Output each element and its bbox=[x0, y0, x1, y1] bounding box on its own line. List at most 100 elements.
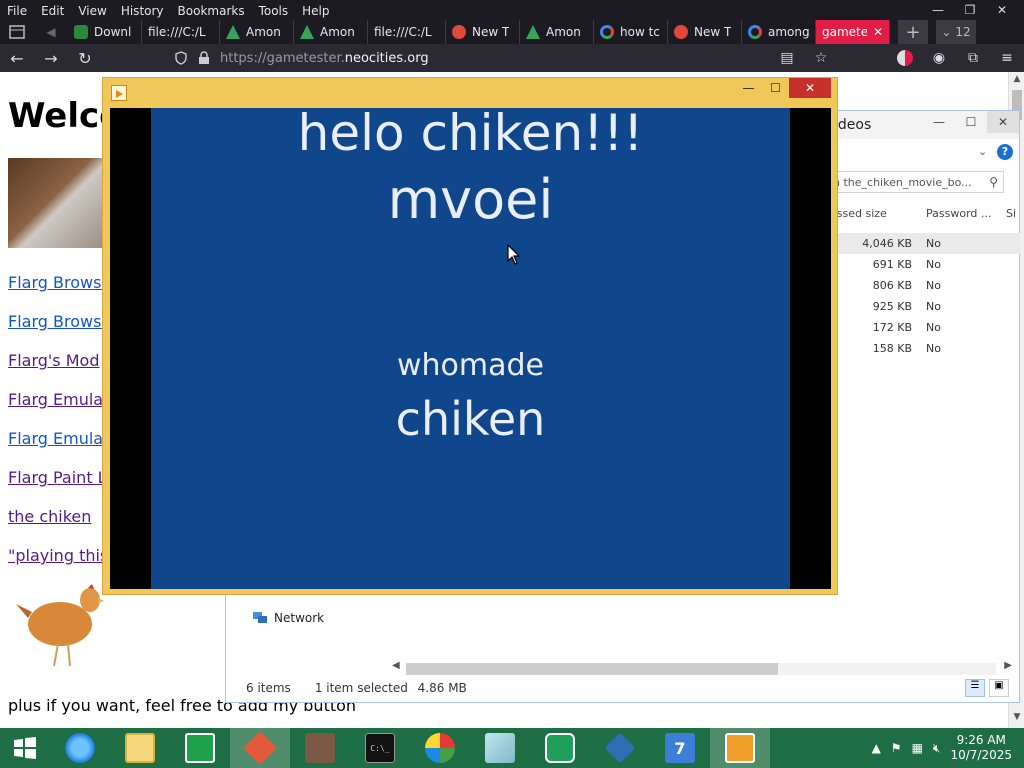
start-button[interactable] bbox=[0, 728, 50, 768]
restore-button[interactable]: ❐ bbox=[954, 0, 986, 20]
tab-1[interactable]: file:///C:/L bbox=[142, 20, 220, 44]
search-input[interactable]: h the_chiken_movie_bo... ⚲ bbox=[826, 171, 1004, 193]
taskbar-app-7[interactable]: 7 bbox=[650, 728, 710, 768]
menu-edit[interactable]: Edit bbox=[34, 0, 71, 20]
extensions-icon[interactable]: ⧉ bbox=[956, 44, 990, 72]
tray-expand-icon[interactable]: ▲ bbox=[872, 741, 881, 755]
explorer-maximize-button[interactable]: ☐ bbox=[955, 111, 987, 133]
new-tab-button[interactable]: + bbox=[898, 20, 928, 44]
menu-tools[interactable]: Tools bbox=[252, 0, 296, 20]
scroll-up-icon[interactable]: ▲ bbox=[1009, 74, 1024, 88]
scroll-down-icon[interactable]: ▼ bbox=[1009, 712, 1024, 726]
close-button[interactable]: ✕ bbox=[986, 0, 1018, 20]
network-icon bbox=[253, 612, 267, 623]
video-text-line: helo chiken!!! bbox=[297, 104, 644, 162]
status-bar: 6 items 1 item selected 4.86 MB bbox=[246, 681, 467, 695]
scrollbar-thumb[interactable] bbox=[406, 663, 778, 675]
table-row[interactable]: 158 KB No bbox=[826, 338, 1020, 359]
account-icon[interactable]: ◉ bbox=[922, 44, 956, 72]
page-link[interactable]: Flarg Paint L bbox=[8, 468, 107, 487]
internet-explorer-icon bbox=[65, 733, 95, 763]
tab-8[interactable]: New T bbox=[668, 20, 742, 44]
tab-7[interactable]: how tc bbox=[594, 20, 668, 44]
page-link[interactable]: Flarg Browse bbox=[8, 312, 111, 331]
table-row[interactable]: 925 KB No bbox=[826, 296, 1020, 317]
tab-4[interactable]: file:///C:/L bbox=[368, 20, 446, 44]
menu-bookmarks[interactable]: Bookmarks bbox=[171, 0, 252, 20]
column-password[interactable]: Password ... bbox=[926, 207, 991, 220]
taskbar-media-app[interactable] bbox=[290, 728, 350, 768]
taskbar-media-player[interactable] bbox=[710, 728, 770, 768]
page-link[interactable]: "playing this bbox=[8, 546, 108, 565]
tab-active[interactable]: gamete ✕ bbox=[816, 20, 890, 44]
menu-file[interactable]: File bbox=[0, 0, 34, 20]
table-row[interactable]: 806 KB No bbox=[826, 275, 1020, 296]
taskbar-file-explorer[interactable] bbox=[110, 728, 170, 768]
forward-button[interactable]: → bbox=[34, 44, 68, 72]
back-button[interactable]: ← bbox=[0, 44, 34, 72]
close-tab-icon[interactable]: ✕ bbox=[873, 25, 883, 39]
minimize-button[interactable]: — bbox=[922, 0, 954, 20]
taskbar-paint-app[interactable] bbox=[410, 728, 470, 768]
tab-5[interactable]: New T bbox=[446, 20, 520, 44]
table-row[interactable]: 172 KB No bbox=[826, 317, 1020, 338]
reload-button[interactable]: ↻ bbox=[68, 44, 102, 72]
tab-9[interactable]: among bbox=[742, 20, 816, 44]
menu-view[interactable]: View bbox=[71, 0, 113, 20]
menu-history[interactable]: History bbox=[114, 0, 171, 20]
tab-3[interactable]: Amon bbox=[294, 20, 368, 44]
clock[interactable]: 9:26 AM 10/7/2025 bbox=[950, 733, 1012, 763]
reader-view-icon[interactable]: ▤ bbox=[770, 44, 804, 72]
chevron-down-icon[interactable]: ⌄ bbox=[978, 145, 987, 158]
player-maximize-button[interactable]: ☐ bbox=[762, 78, 789, 98]
scroll-right-icon[interactable]: ▶ bbox=[1004, 660, 1012, 671]
page-link[interactable]: the chiken bbox=[8, 507, 91, 526]
video-area[interactable]: helo chiken!!! mvoei whomade chiken bbox=[110, 104, 831, 589]
flag-icon[interactable]: ⚑ bbox=[891, 741, 902, 755]
tab-scroll-left-button[interactable]: ◀ bbox=[34, 20, 68, 44]
player-minimize-button[interactable]: — bbox=[735, 78, 762, 98]
table-row[interactable]: 4,046 KB No bbox=[826, 233, 1020, 254]
taskbar-virtualbox[interactable] bbox=[590, 728, 650, 768]
player-window-controls: — ☐ ✕ bbox=[735, 78, 831, 98]
menu-help[interactable]: Help bbox=[295, 0, 336, 20]
menu-bar: File Edit View History Bookmarks Tools H… bbox=[0, 0, 337, 20]
nav-pane-network[interactable]: Network bbox=[252, 611, 324, 625]
column-size[interactable]: Si bbox=[1006, 207, 1016, 220]
taskbar-flarg-browser[interactable] bbox=[230, 728, 290, 768]
explorer-minimize-button[interactable]: — bbox=[923, 111, 955, 133]
taskbar-internet-explorer[interactable] bbox=[50, 728, 110, 768]
bookmark-star-icon[interactable]: ☆ bbox=[804, 44, 838, 72]
column-compressed-size[interactable]: essed size bbox=[830, 207, 887, 220]
video-frame[interactable]: helo chiken!!! mvoei whomade chiken bbox=[151, 104, 790, 589]
volume-muted-icon[interactable]: 🔇︎ bbox=[933, 741, 941, 756]
extension-container-icon[interactable] bbox=[888, 44, 922, 72]
page-link[interactable]: Flarg Emulat bbox=[8, 390, 109, 409]
page-link[interactable]: Flarg's Mod bbox=[8, 351, 99, 370]
taskbar-command-prompt[interactable]: C:\_ bbox=[350, 728, 410, 768]
horizontal-scrollbar[interactable]: ◀ ▶ bbox=[392, 660, 1012, 676]
taskbar-home-app[interactable] bbox=[530, 728, 590, 768]
table-row[interactable]: 691 KB No bbox=[826, 254, 1020, 275]
page-link[interactable]: Flarg Emulat bbox=[8, 429, 109, 448]
taskbar-store[interactable] bbox=[170, 728, 230, 768]
help-icon[interactable]: ? bbox=[997, 144, 1013, 160]
media-player-window: — ☐ ✕ helo chiken!!! mvoei whomade chike… bbox=[102, 77, 838, 595]
player-close-button[interactable]: ✕ bbox=[789, 78, 831, 98]
tab-0[interactable]: Downl bbox=[68, 20, 142, 44]
page-link[interactable]: Flarg Browse bbox=[8, 273, 111, 292]
large-icons-view-icon[interactable]: ▣ bbox=[989, 679, 1009, 697]
network-tray-icon[interactable]: ▦ bbox=[912, 741, 923, 755]
tab-list-button[interactable]: ⌄ 12 bbox=[936, 20, 976, 44]
tab-overview-button[interactable] bbox=[0, 20, 34, 44]
scroll-left-icon[interactable]: ◀ bbox=[392, 660, 400, 671]
hamburger-menu-icon[interactable]: ≡ bbox=[990, 44, 1024, 72]
tab-2[interactable]: Amon bbox=[220, 20, 294, 44]
taskbar-notes-app[interactable] bbox=[470, 728, 530, 768]
details-view-icon[interactable]: ☰ bbox=[965, 679, 985, 697]
status-selection: 1 item selected 4.86 MB bbox=[314, 681, 467, 695]
tab-6[interactable]: Amon bbox=[520, 20, 594, 44]
url-bar[interactable]: https://gametester.neocities.org bbox=[174, 44, 429, 72]
explorer-close-button[interactable]: ✕ bbox=[987, 111, 1019, 133]
tab-overview-icon bbox=[9, 25, 25, 39]
